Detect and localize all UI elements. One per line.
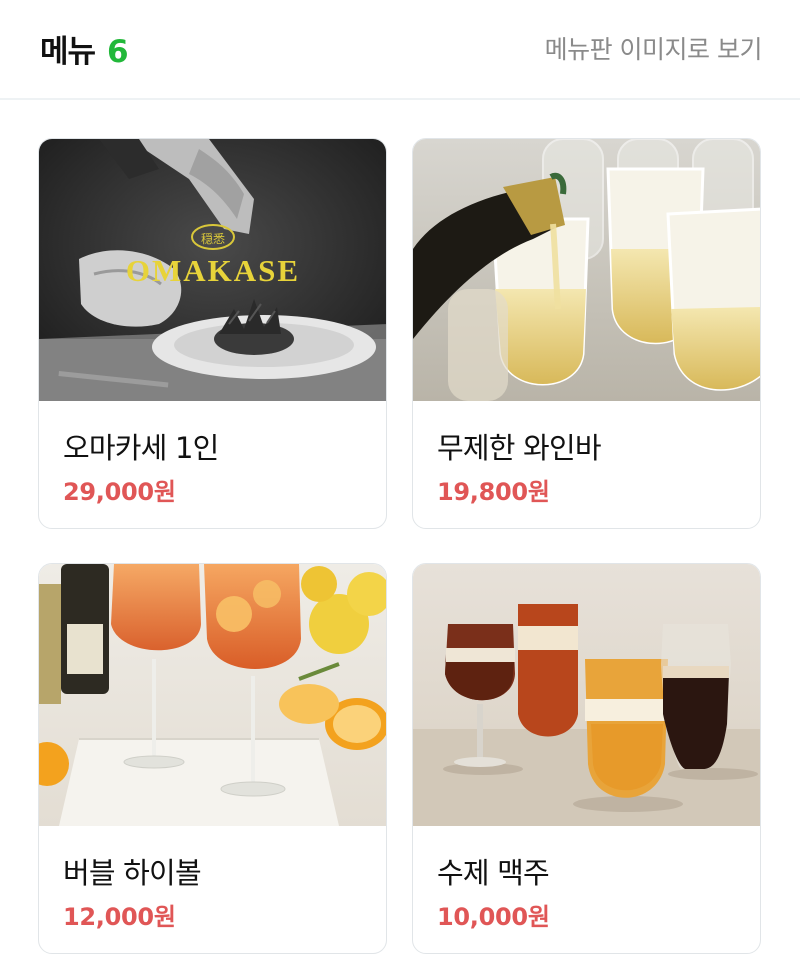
menu-item-price: 19,800원 (437, 478, 550, 506)
menu-item-photo (39, 564, 386, 826)
menu-card-highball[interactable]: 버블 하이볼 12,000원 (38, 563, 387, 954)
menu-item-name: 오마카세 1인 (63, 431, 219, 465)
menu-card-wine-bar[interactable]: 무제한 와인바 19,800원 (412, 138, 761, 529)
menu-item-name: 버블 하이볼 (63, 856, 202, 890)
menu-card-omakase[interactable]: 穏悉 OMAKASE 오마카세 1인 29,000원 (38, 138, 387, 529)
svg-text:穏悉: 穏悉 (201, 232, 225, 246)
menu-title: 메뉴 (40, 34, 96, 70)
menu-item-name: 무제한 와인바 (437, 431, 602, 465)
menu-title-group: 메뉴 6 (40, 26, 129, 71)
menu-item-name: 수제 맥주 (437, 856, 550, 890)
svg-text:OMAKASE: OMAKASE (126, 253, 300, 288)
menu-item-photo (413, 139, 760, 401)
menu-item-photo: 穏悉 OMAKASE (39, 139, 386, 401)
menu-count: 6 (107, 34, 129, 70)
menu-item-price: 12,000원 (63, 903, 176, 931)
menu-item-price: 10,000원 (437, 903, 550, 931)
menu-item-price: 29,000원 (63, 478, 176, 506)
view-menu-image-link[interactable]: 메뉴판 이미지로 보기 (545, 30, 763, 66)
menu-header: 메뉴 6 메뉴판 이미지로 보기 (0, 0, 800, 100)
menu-card-craft-beer[interactable]: 수제 맥주 10,000원 (412, 563, 761, 954)
menu-item-photo (413, 564, 760, 826)
